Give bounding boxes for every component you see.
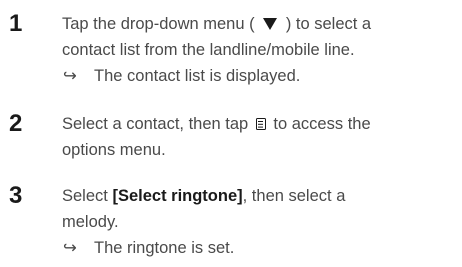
down-triangle-icon [263,18,278,30]
step-result: ↪ The ringtone is set. [63,238,234,258]
result-arrow-icon: ↪ [63,239,77,257]
step-text: Tap the drop-down menu ( [62,15,255,33]
step-text-line: Select a contact, then tap to access the [62,114,371,134]
step-text-line: options menu. [62,141,166,159]
option-label: [Select ringtone] [112,187,243,205]
menu-icon [255,118,266,130]
step-number: 1 [9,10,23,37]
step-text-line: melody. [62,213,119,231]
step-text-line: Select [Select ringtone], then select a [62,186,345,206]
step-text: Select a contact, then tap [62,115,249,133]
result-text: The contact list is displayed. [94,67,301,85]
step-text: Select [62,187,113,205]
step-number: 3 [9,182,23,209]
step-number: 2 [9,110,23,137]
step-text: ) to select a [285,15,372,33]
step-text-line: contact list from the landline/mobile li… [62,41,355,59]
step-text: , then select a [242,187,346,205]
step-text: to access the [273,115,371,133]
step-text-line: Tap the drop-down menu ( ) to select a [62,14,371,34]
result-text: The ringtone is set. [94,239,235,257]
result-arrow-icon: ↪ [63,67,77,85]
step-result: ↪ The contact list is displayed. [63,66,300,86]
